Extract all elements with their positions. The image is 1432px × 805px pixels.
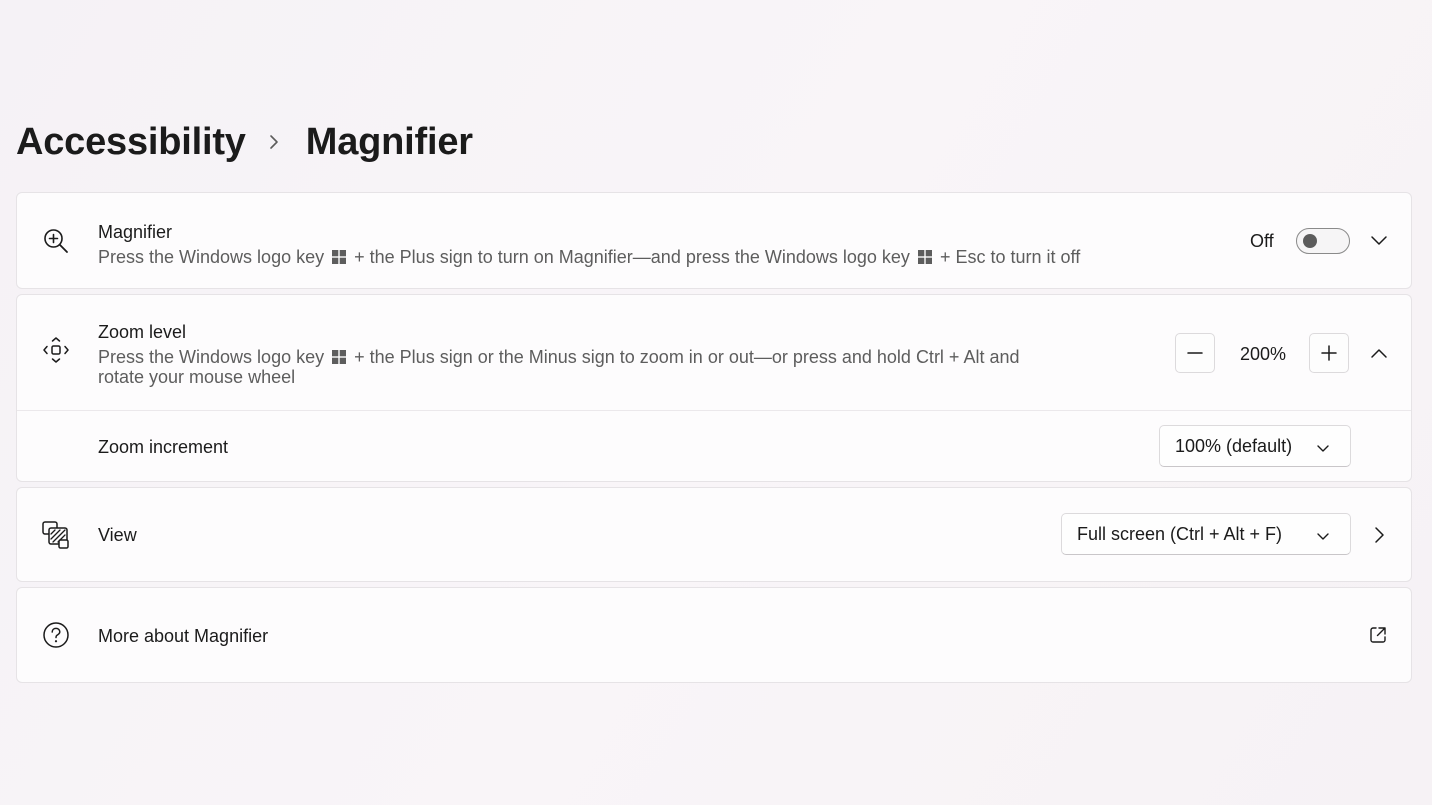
help-icon (41, 620, 71, 650)
magnifier-description: Press the Windows logo key + the Plus si… (98, 247, 1081, 267)
zoom-level-title: Zoom level (98, 322, 187, 342)
view-icon (41, 520, 71, 550)
breadcrumb: Accessibility Magnifier (16, 118, 473, 166)
view-mode-dropdown[interactable]: Full screen (Ctrl + Alt + F) (1061, 513, 1351, 555)
expand-chevron-down-icon[interactable] (1369, 231, 1389, 251)
zoom-out-button[interactable] (1175, 333, 1215, 373)
chevron-right-icon[interactable] (1369, 525, 1389, 545)
more-about-card[interactable]: More about Magnifier (16, 587, 1412, 683)
chevron-down-icon (1316, 439, 1330, 453)
zoom-level-card: Zoom level Press the Windows logo key + … (16, 294, 1412, 482)
more-about-title: More about Magnifier (98, 626, 269, 646)
magnifier-toggle[interactable] (1296, 228, 1350, 254)
magnifier-title: Magnifier (98, 222, 173, 242)
zoom-increment-dropdown[interactable]: 100% (default) (1159, 425, 1351, 467)
collapse-chevron-up-icon[interactable] (1369, 343, 1389, 363)
view-mode-value: Full screen (Ctrl + Alt + F) (1077, 523, 1283, 544)
zoom-in-icon (41, 226, 71, 256)
zoom-increment-label: Zoom increment (98, 437, 229, 457)
zoom-level-description: Press the Windows logo key + the Plus si… (98, 347, 1020, 387)
toggle-state-label: Off (1250, 231, 1274, 251)
page-title: Magnifier (305, 120, 473, 163)
view-title: View (98, 525, 137, 545)
breadcrumb-parent[interactable]: Accessibility (16, 121, 246, 164)
toggle-knob (1303, 234, 1317, 248)
magnifier-card: Magnifier Press the Windows logo key + t… (16, 192, 1412, 289)
windows-logo-icon (332, 248, 347, 264)
windows-logo-icon (917, 248, 932, 264)
zoom-increment-value: 100% (default) (1175, 435, 1293, 456)
divider (17, 410, 1411, 411)
zoom-level-value: 200% (1239, 344, 1287, 364)
external-link-icon[interactable] (1368, 625, 1388, 645)
chevron-down-icon (1316, 527, 1330, 541)
move-icon (41, 335, 71, 365)
breadcrumb-chevron-icon (268, 134, 280, 150)
windows-logo-icon (332, 348, 347, 364)
view-card[interactable]: View Full screen (Ctrl + Alt + F) (16, 487, 1412, 582)
zoom-in-button[interactable] (1309, 333, 1349, 373)
